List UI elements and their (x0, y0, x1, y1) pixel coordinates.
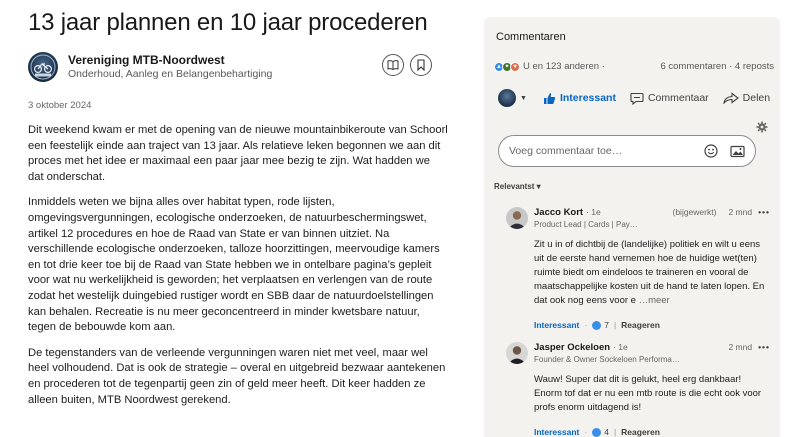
like-thumb-icon (543, 92, 556, 104)
save-bookmark-button[interactable] (410, 54, 432, 76)
comment-like-count[interactable]: 7 (604, 320, 609, 330)
post-date: 3 oktober 2024 (28, 100, 92, 111)
share-button[interactable]: Delen (722, 92, 771, 104)
commenter-headline: Founder & Owner Sockeloen Performa… (534, 355, 680, 364)
more-options-button[interactable]: ••• (758, 207, 770, 217)
share-arrow-icon (722, 92, 739, 104)
caret-down-icon[interactable]: ▼ (520, 95, 527, 102)
comment-input[interactable]: Voeg commentaar toe… (498, 135, 756, 167)
comment-reply-button[interactable]: Reageren (621, 320, 660, 330)
article-paragraph: Dit weekend kwam er met de opening van d… (28, 124, 448, 183)
sort-dropdown[interactable]: Relevantst ▾ (494, 182, 541, 191)
comment-reply-button[interactable]: Reageren (621, 427, 660, 437)
comment-time: 2 mnd (728, 342, 753, 352)
social-action-bar: ▼ Interessant Commentaar Delen (498, 89, 772, 107)
reactions-summary: ▲ ✦ ♥ U en 123 anderen · 6 commentaren ·… (494, 61, 774, 72)
emoji-icon[interactable] (704, 144, 718, 158)
comment-like-button[interactable]: Interessant (534, 427, 579, 437)
author-name[interactable]: Vereniging MTB-Noordwest (68, 53, 272, 68)
reaction-icons[interactable]: ▲ ✦ ♥ (494, 61, 520, 72)
love-reaction-icon: ♥ (510, 61, 520, 72)
gear-icon[interactable] (756, 121, 768, 133)
article: 13 jaar plannen en 10 jaar procederen Ve… (28, 8, 448, 408)
edited-label: (bijgewerkt) (672, 207, 717, 217)
image-icon[interactable] (730, 145, 745, 158)
book-icon (387, 60, 399, 71)
article-paragraph: De tegenstanders van de verleende vergun… (28, 346, 446, 406)
share-button-label: Delen (742, 92, 771, 104)
actor-avatar[interactable] (498, 89, 516, 107)
more-options-button[interactable]: ••• (758, 342, 770, 352)
comment-button-label: Commentaar (647, 92, 709, 104)
article-paragraph: Inmiddels weten we bijna alles over habi… (28, 196, 440, 334)
comment-text: Zit u in of dichtbij de (landelijke) pol… (534, 238, 770, 308)
comment-input-placeholder: Voeg commentaar toe… (509, 145, 623, 157)
commenter-name[interactable]: Jasper Ockeloen (534, 342, 610, 353)
commenter-avatar[interactable] (506, 342, 528, 364)
like-count-icon (592, 427, 602, 437)
comment-like-button[interactable]: Interessant (534, 320, 579, 330)
comment-text: Wauw! Super dat dit is gelukt, heel erg … (534, 374, 762, 413)
comment-bubble-icon (630, 92, 644, 105)
author-subtitle: Onderhoud, Aanleg en Belangenbehartiging (68, 68, 273, 80)
comment-time: 2 mnd (728, 207, 753, 217)
comment-actions: Interessant · 7 | Reageren (534, 320, 660, 330)
comment-actions: Interessant · 4 | Reageren (534, 427, 660, 437)
panel-title: Commentaren (496, 31, 566, 43)
organization-logo[interactable] (28, 52, 58, 82)
comment-button[interactable]: Commentaar (630, 92, 709, 105)
connection-degree: · 1e (613, 342, 628, 352)
bookmark-icon (417, 59, 425, 71)
connection-degree: · 1e (586, 207, 601, 217)
read-book-button[interactable] (382, 54, 404, 76)
commenter-name[interactable]: Jacco Kort (534, 207, 583, 218)
comment-like-count[interactable]: 4 (604, 427, 609, 437)
commenter-headline: Product Lead | Cards | Pay… (534, 220, 638, 229)
like-button[interactable]: Interessant (543, 92, 616, 105)
author-row: Vereniging MTB-Noordwest Onderhoud, Aanl… (28, 52, 448, 82)
comments-panel: Commentaren ▲ ✦ ♥ U en 123 anderen · 6 c… (484, 17, 780, 437)
comment-item: Jasper Ockeloen · 1e 2 mnd ••• Founder &… (506, 342, 770, 437)
commenter-avatar[interactable] (506, 207, 528, 229)
comment-item: Jacco Kort · 1e (bijgewerkt) 2 mnd ••• P… (506, 207, 770, 330)
comments-reposts-count[interactable]: 6 commentaren · 4 reposts (660, 61, 774, 72)
article-title: 13 jaar plannen en 10 jaar procederen (28, 9, 428, 36)
like-button-label: Interessant (559, 92, 616, 104)
see-more-link[interactable]: …meer (639, 295, 670, 306)
reactions-count[interactable]: U en 123 anderen · (523, 61, 605, 72)
like-count-icon (592, 320, 602, 330)
